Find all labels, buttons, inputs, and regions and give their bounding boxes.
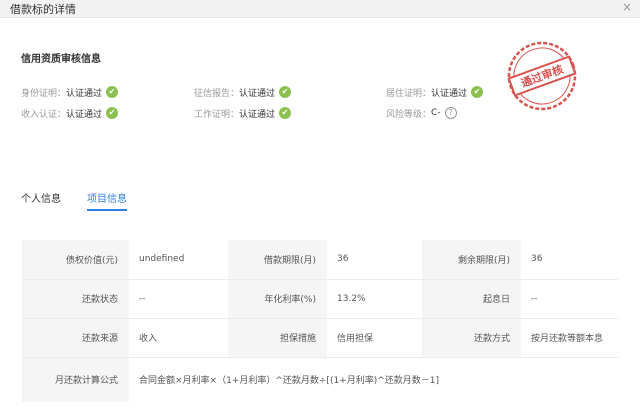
field-label: 还款状态 (22, 279, 129, 319)
field-value: 36 (327, 240, 422, 280)
field-label: 起息日 (422, 279, 521, 319)
field-label: 剩余期限(月) (422, 240, 521, 280)
table-row: 债权价值(元) undefined 借款期限(月) 36 剩余期限(月) 36 (22, 240, 618, 280)
field-label: 借款期限(月) (228, 240, 327, 280)
project-info-table: 债权价值(元) undefined 借款期限(月) 36 剩余期限(月) 36 … (22, 240, 618, 402)
credit-item-value: 认证通过 (239, 109, 276, 120)
field-label: 还款来源 (22, 318, 129, 358)
table-row-formula: 月还款计算公式 合同金额×月利率×（1+月利率）^还款月数÷[(1+月利率)^还… (22, 357, 618, 402)
field-label: 债权价值(元) (22, 240, 129, 280)
tab-project-info[interactable]: 项目信息 (87, 190, 127, 211)
credit-item-income: 收入认证： 认证通过 ✔ (21, 106, 119, 120)
field-value: 13.2% (327, 279, 422, 319)
credit-item-employment: 工作证明： 认证通过 ✔ (194, 106, 292, 120)
field-value: 信用担保 (327, 318, 422, 358)
field-value: 收入 (129, 318, 228, 358)
credit-item-label: 身份证明： (21, 88, 67, 99)
credit-item-value: C- (431, 108, 441, 118)
check-icon: ✔ (279, 86, 292, 98)
credit-item-label: 工作证明： (194, 109, 240, 120)
credit-item-label: 居住证明： (386, 88, 432, 99)
credit-item-label: 收入认证： (21, 109, 67, 120)
credit-item-value: 认证通过 (239, 88, 276, 99)
tab-personal-info[interactable]: 个人信息 (21, 190, 61, 205)
credit-item-residence: 居住证明： 认证通过 ✔ (386, 85, 484, 99)
check-icon: ✔ (106, 107, 119, 119)
field-label: 担保措施 (228, 318, 327, 358)
field-value: 按月还款等额本息 (521, 318, 618, 358)
field-value: undefined (129, 240, 228, 280)
credit-item-identity: 身份证明： 认证通过 ✔ (21, 85, 119, 99)
credit-item-risk-level: 风险等级： C- ? (386, 106, 457, 120)
credit-item-value: 认证通过 (66, 109, 103, 120)
check-icon: ✔ (106, 86, 119, 98)
field-value: -- (521, 279, 618, 319)
field-label: 月还款计算公式 (22, 357, 129, 402)
credit-item-value: 认证通过 (431, 88, 468, 99)
check-icon: ✔ (471, 86, 484, 98)
field-value: -- (129, 279, 228, 319)
table-row: 还款来源 收入 担保措施 信用担保 还款方式 按月还款等额本息 (22, 318, 618, 358)
credit-section-title: 信用资质审核信息 (21, 54, 101, 65)
field-label: 还款方式 (422, 318, 521, 358)
field-label: 年化利率(%) (228, 279, 327, 319)
table-row: 还款状态 -- 年化利率(%) 13.2% 起息日 -- (22, 279, 618, 319)
credit-item-value: 认证通过 (66, 88, 103, 99)
help-icon[interactable]: ? (444, 107, 457, 119)
close-icon[interactable]: × (622, 0, 632, 14)
credit-item-label: 征信报告： (194, 88, 240, 99)
field-value: 36 (521, 240, 618, 280)
credit-item-label: 风险等级： (386, 109, 432, 120)
title-bar: 借款标的详情 × (0, 0, 640, 18)
window-title: 借款标的详情 (10, 3, 76, 16)
credit-item-credit-report: 征信报告： 认证通过 ✔ (194, 85, 292, 99)
check-icon: ✔ (279, 107, 292, 119)
approved-stamp-icon: 通过审核 (507, 41, 577, 111)
field-value: 合同金额×月利率×（1+月利率）^还款月数÷[(1+月利率)^还款月数－1] (129, 357, 618, 402)
